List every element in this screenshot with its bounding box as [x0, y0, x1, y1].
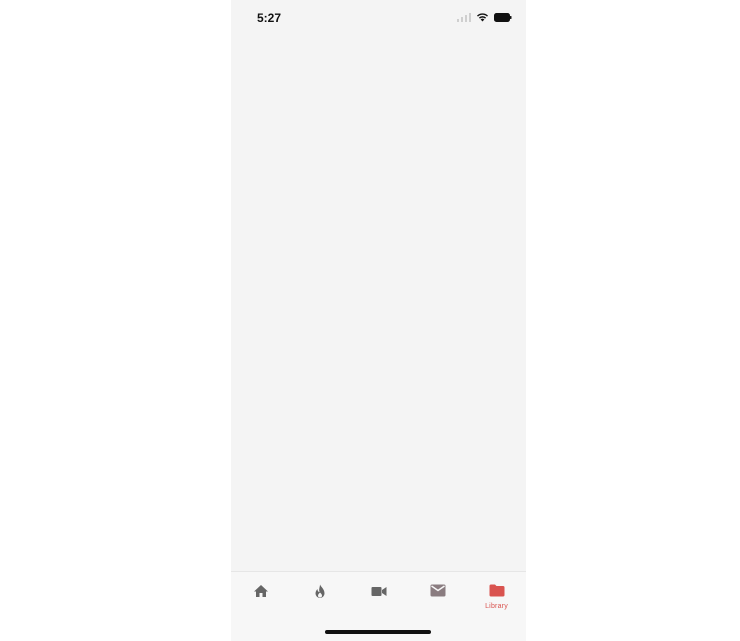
signal-icon [457, 9, 471, 27]
video-camera-icon [371, 584, 387, 602]
tab-subscriptions[interactable] [349, 572, 408, 616]
tab-library-label: Library [485, 603, 508, 610]
folder-icon [489, 584, 505, 602]
tab-bar: Library [231, 571, 526, 641]
status-time: 5:27 [257, 11, 282, 25]
wifi-icon [476, 9, 489, 27]
fire-icon [314, 584, 326, 604]
tab-home[interactable] [231, 572, 290, 616]
phone-screen: 5:27 Library [231, 0, 526, 641]
battery-icon [494, 9, 512, 27]
tab-library[interactable]: Library [467, 572, 526, 616]
home-indicator[interactable] [325, 630, 431, 634]
tab-trending[interactable] [290, 572, 349, 616]
status-bar: 5:27 [231, 0, 526, 36]
home-icon [253, 584, 269, 603]
main-content [231, 36, 526, 570]
tab-inbox[interactable] [408, 572, 467, 616]
mail-icon [430, 584, 446, 602]
status-icons [457, 12, 512, 24]
